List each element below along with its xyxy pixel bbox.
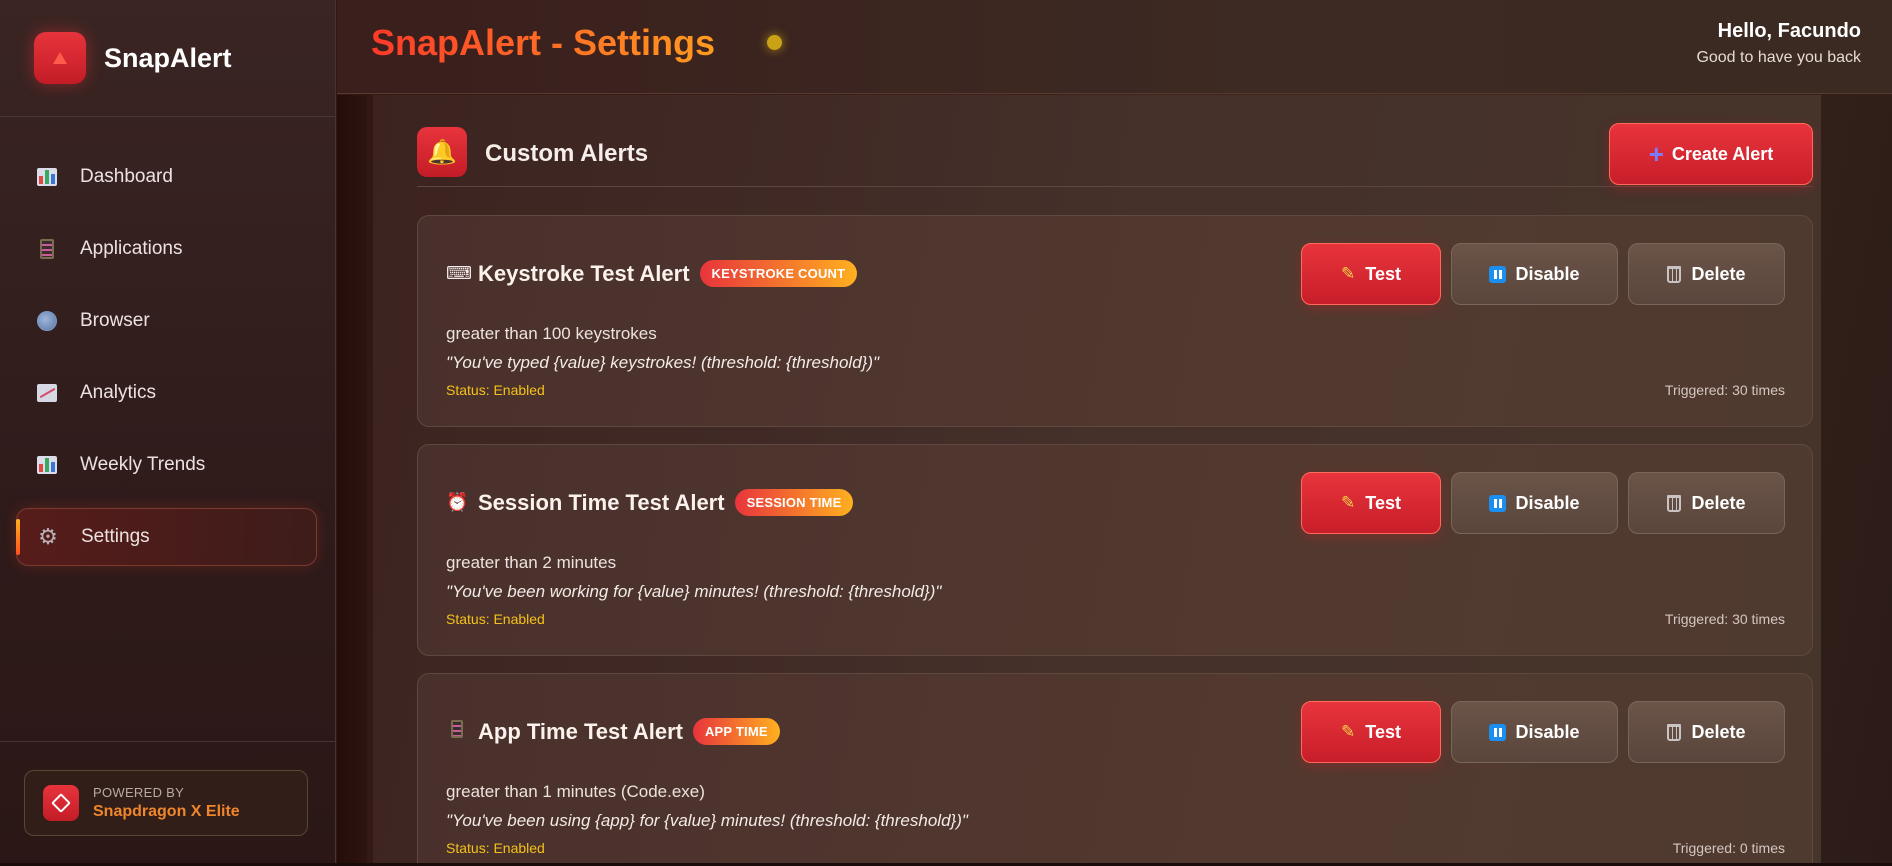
alert-message: "You've typed {value} keystrokes! (thres…	[446, 353, 880, 372]
app-name: SnapAlert	[104, 42, 232, 73]
sidebar-item-analytics[interactable]: Analytics	[16, 364, 317, 422]
trash-icon	[1667, 265, 1682, 283]
plus-icon: +	[1648, 139, 1664, 169]
delete-button[interactable]: Delete	[1628, 243, 1785, 305]
delete-button[interactable]: Delete	[1628, 701, 1785, 763]
trash-icon	[1667, 723, 1682, 741]
disable-label: Disable	[1515, 492, 1580, 513]
alert-message: "You've been using {app} for {value} min…	[446, 811, 968, 830]
create-alert-label: Create Alert	[1671, 143, 1774, 164]
custom-alerts-header: 🔔 Custom Alerts + Create Alert	[417, 111, 1813, 187]
test-button[interactable]: ✎ Test	[1301, 701, 1441, 763]
cube-icon	[43, 785, 79, 821]
bell-icon: 🔔	[417, 127, 467, 177]
alert-name: Keystroke Test Alert	[478, 260, 690, 286]
test-button[interactable]: ✎ Test	[1301, 472, 1441, 534]
powered-by-card: POWERED BY Snapdragon X Elite	[24, 770, 308, 836]
sidebar-item-label: Analytics	[80, 382, 157, 403]
alert-name: Session Time Test Alert	[478, 489, 725, 515]
alert-triggered-count: Triggered: 30 times	[1664, 611, 1785, 627]
trend-chart-icon	[36, 382, 58, 404]
alert-triggered-count: Triggered: 0 times	[1672, 840, 1785, 856]
user-greeting: Hello, Facundo Good to have you back	[1696, 20, 1861, 67]
pencil-icon: ✎	[1341, 264, 1356, 283]
disable-button[interactable]: Disable	[1451, 701, 1618, 763]
status-indicator-dot	[767, 35, 782, 50]
disable-button[interactable]: Disable	[1451, 472, 1618, 534]
sidebar-item-applications[interactable]: Applications	[16, 220, 317, 278]
pencil-icon: ✎	[1341, 722, 1356, 741]
delete-button[interactable]: Delete	[1628, 472, 1785, 534]
disable-label: Disable	[1515, 721, 1580, 742]
sidebar-item-browser[interactable]: Browser	[16, 292, 317, 350]
page-title: SnapAlert - Settings	[371, 22, 716, 63]
alert-type-badge: SESSION TIME	[734, 489, 854, 516]
greeting-title: Hello, Facundo	[1717, 20, 1861, 42]
gear-icon: ⚙	[38, 524, 58, 549]
pause-icon	[1489, 265, 1507, 283]
sidebar-item-label: Dashboard	[80, 166, 173, 187]
sidebar-footer: POWERED BY Snapdragon X Elite	[0, 741, 336, 866]
sidebar-nav: Dashboard Applications Browser Analytics…	[16, 148, 317, 580]
keyboard-icon: ⌨	[446, 263, 472, 283]
settings-panel: 🔔 Custom Alerts + Create Alert ⌨ Keystro…	[373, 95, 1821, 866]
alert-status: Status: Enabled	[446, 382, 545, 398]
sidebar-item-label: Settings	[81, 526, 150, 547]
alert-status: Status: Enabled	[446, 840, 545, 856]
alarm-clock-icon: ⏰	[446, 492, 469, 512]
delete-label: Delete	[1691, 492, 1746, 513]
sidebar-item-label: Browser	[80, 310, 150, 331]
delete-label: Delete	[1691, 721, 1746, 742]
bar-chart-icon	[36, 166, 58, 188]
globe-icon	[36, 310, 58, 332]
sidebar-item-label: Weekly Trends	[80, 454, 206, 475]
disable-button[interactable]: Disable	[1451, 243, 1618, 305]
create-alert-button[interactable]: + Create Alert	[1609, 123, 1813, 185]
main-content: 🔔 Custom Alerts + Create Alert ⌨ Keystro…	[337, 95, 1892, 866]
alert-message: "You've been working for {value} minutes…	[446, 582, 942, 601]
alert-name: App Time Test Alert	[478, 718, 683, 744]
section-title: Custom Alerts	[485, 140, 649, 167]
trash-icon	[1667, 494, 1682, 512]
sidebar: SnapAlert Dashboard Applications Browser…	[0, 0, 336, 866]
alert-condition: greater than 100 keystrokes	[446, 324, 657, 343]
sidebar-item-dashboard[interactable]: Dashboard	[16, 148, 317, 206]
alert-card: ⏰ Session Time Test Alert SESSION TIME ✎…	[417, 444, 1813, 656]
sidebar-item-weekly-trends[interactable]: Weekly Trends	[16, 436, 317, 494]
app-window: SnapAlert Dashboard Applications Browser…	[0, 0, 1892, 866]
alert-condition: greater than 1 minutes (Code.exe)	[446, 782, 705, 801]
greeting-subtitle: Good to have you back	[1696, 49, 1861, 66]
top-header: SnapAlert - Settings Hello, Facundo Good…	[337, 0, 1892, 94]
alerts-list: ⌨ Keystroke Test Alert KEYSTROKE COUNT ✎…	[417, 215, 1813, 866]
test-label: Test	[1365, 263, 1401, 284]
pause-icon	[1489, 723, 1507, 741]
alert-condition: greater than 2 minutes	[446, 553, 617, 572]
alert-status: Status: Enabled	[446, 611, 545, 627]
brand: SnapAlert	[0, 0, 335, 117]
abacus-icon	[36, 238, 58, 260]
test-button[interactable]: ✎ Test	[1301, 243, 1441, 305]
alert-card: App Time Test Alert APP TIME ✎ Test Disa…	[417, 673, 1813, 866]
abacus-icon	[446, 720, 468, 743]
alert-triggered-count: Triggered: 30 times	[1664, 382, 1785, 398]
bar-chart-icon	[36, 454, 58, 476]
test-label: Test	[1365, 492, 1401, 513]
alert-card: ⌨ Keystroke Test Alert KEYSTROKE COUNT ✎…	[417, 215, 1813, 427]
test-label: Test	[1365, 721, 1401, 742]
sidebar-item-settings[interactable]: ⚙ Settings	[16, 508, 317, 566]
sidebar-item-label: Applications	[80, 238, 183, 259]
delete-label: Delete	[1691, 263, 1746, 284]
pencil-icon: ✎	[1341, 493, 1356, 512]
pause-icon	[1489, 494, 1507, 512]
chip-name: Snapdragon X Elite	[93, 803, 240, 820]
app-logo-icon	[34, 32, 86, 84]
powered-by-label: POWERED BY	[93, 785, 185, 800]
alert-type-badge: KEYSTROKE COUNT	[699, 260, 858, 287]
alert-type-badge: APP TIME	[692, 718, 780, 745]
disable-label: Disable	[1515, 263, 1580, 284]
